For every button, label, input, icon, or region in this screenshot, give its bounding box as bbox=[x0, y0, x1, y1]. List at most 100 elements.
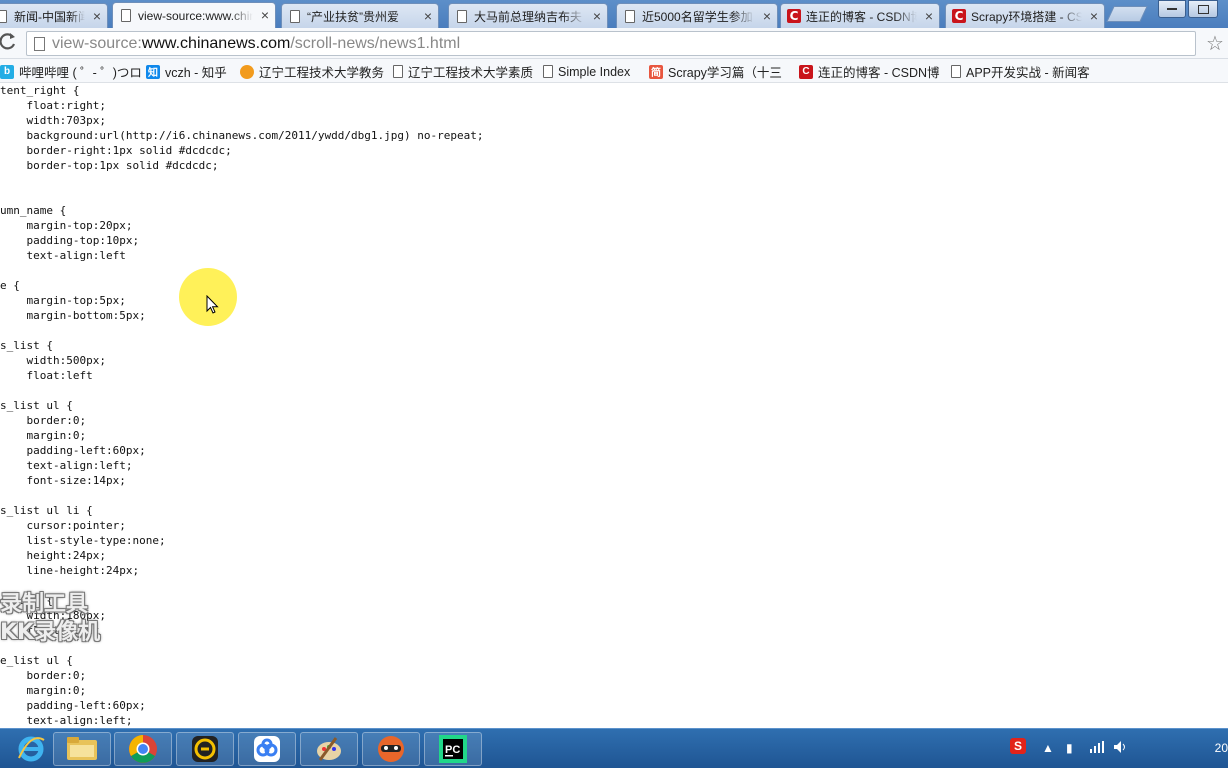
source-line: border-right:1px solid #dcdcdc; bbox=[0, 144, 232, 157]
page-icon bbox=[34, 37, 45, 51]
recorder-watermark: 录制工具 KK录像机 bbox=[0, 591, 102, 651]
paint-icon[interactable] bbox=[300, 732, 358, 766]
pinned-app-icon[interactable] bbox=[176, 732, 234, 766]
source-line: margin:0; bbox=[0, 429, 87, 442]
minimize-icon bbox=[1167, 8, 1177, 10]
volume-icon[interactable] bbox=[1114, 741, 1128, 756]
source-line: border:0; bbox=[0, 414, 87, 427]
watermark-line: KK录像机 bbox=[0, 620, 101, 645]
tab-title: 近5000名留学生参加 bbox=[642, 9, 753, 24]
tab-chinanews[interactable]: 新闻-中国新闻网 × bbox=[0, 3, 108, 28]
chrome-icon[interactable] bbox=[114, 732, 172, 766]
tab-csdn-blog[interactable]: C 连正的博客 - CSDN博客 × bbox=[780, 3, 940, 28]
source-line: s_list { bbox=[0, 339, 53, 352]
baidu-paw-icon bbox=[240, 64, 254, 79]
windows-taskbar: PC S ▲ ▮ 20 bbox=[0, 728, 1228, 768]
source-line: width:500px; bbox=[0, 354, 106, 367]
bookmark-bilibili[interactable]: b 哔哩哔哩 ( ゜- ゜)つロ bbox=[0, 63, 142, 80]
bookmark-label: 连正的博客 - CSDN博 bbox=[818, 66, 940, 80]
browser-toolbar: view-source:www.chinanews.com/scroll-new… bbox=[0, 28, 1228, 59]
file-explorer-icon[interactable] bbox=[53, 732, 111, 766]
bookmark-label: APP开发实战 - 新闻客 bbox=[966, 66, 1090, 80]
source-line: s_list ul { bbox=[0, 399, 73, 412]
reload-icon[interactable] bbox=[0, 31, 18, 57]
address-bar[interactable]: view-source:www.chinanews.com/scroll-new… bbox=[26, 31, 1196, 56]
clock[interactable]: 20 bbox=[1215, 741, 1228, 755]
restore-icon bbox=[1197, 4, 1209, 14]
tab-title: 新闻-中国新闻网 bbox=[14, 9, 85, 24]
source-line: margin:0; bbox=[0, 684, 87, 697]
show-hidden-icons-icon[interactable]: ▲ bbox=[1042, 741, 1054, 755]
source-line: width:703px; bbox=[0, 114, 106, 127]
ie-icon[interactable] bbox=[2, 732, 60, 766]
minimize-button[interactable] bbox=[1158, 0, 1186, 18]
device-icon[interactable]: ▮ bbox=[1066, 741, 1073, 755]
url-host: www.chinanews.com bbox=[141, 35, 291, 52]
source-line: text-align:left bbox=[0, 249, 126, 262]
baidu-netdisk-icon[interactable] bbox=[238, 732, 296, 766]
page-icon bbox=[119, 9, 133, 23]
bookmark-lntu-jiaowu[interactable]: 辽宁工程技术大学教务 bbox=[240, 63, 384, 80]
source-line: tent_right { bbox=[0, 84, 80, 97]
close-tab-icon[interactable]: × bbox=[593, 9, 601, 23]
watermark-line: 录制工具 bbox=[0, 592, 89, 617]
source-line: font-size:14px; bbox=[0, 474, 126, 487]
close-tab-icon[interactable]: × bbox=[925, 9, 933, 23]
close-tab-icon[interactable]: × bbox=[424, 9, 432, 23]
source-line: s_list ul li { bbox=[0, 504, 93, 517]
source-line: cursor:pointer; bbox=[0, 519, 126, 532]
bookmark-app-dev[interactable]: APP开发实战 - 新闻客 bbox=[951, 63, 1090, 80]
close-tab-icon[interactable]: × bbox=[763, 9, 771, 23]
page-icon bbox=[623, 9, 637, 23]
source-line: e { bbox=[0, 279, 20, 292]
tab-view-source[interactable]: view-source:www.chinanews.com/scroll-new… bbox=[112, 2, 276, 28]
network-icon[interactable] bbox=[1090, 741, 1104, 756]
bookmark-scrapy-study[interactable]: 简 Scrapy学习篇（十三 bbox=[649, 63, 782, 80]
source-line: float:right; bbox=[0, 99, 106, 112]
page-source-view[interactable]: tent_right { float:right; width:703px; b… bbox=[0, 83, 1228, 728]
page-icon bbox=[0, 9, 9, 23]
jianshu-icon: 简 bbox=[649, 64, 663, 79]
source-line: text-align:left; bbox=[0, 714, 133, 727]
page-icon bbox=[455, 9, 469, 23]
url-path: /scroll-news/news1.html bbox=[290, 35, 461, 52]
close-tab-icon[interactable]: × bbox=[261, 8, 269, 22]
bookmark-star-icon[interactable]: ☆ bbox=[1206, 31, 1224, 56]
tab-title: 大马前总理纳吉布夫 bbox=[474, 9, 583, 24]
sogou-ime-icon[interactable]: S bbox=[1010, 738, 1026, 754]
bookmark-label: 辽宁工程技术大学素质 bbox=[408, 66, 534, 80]
bilibili-icon: b bbox=[0, 64, 14, 79]
source-line: text-align:left; bbox=[0, 459, 133, 472]
close-tab-icon[interactable]: × bbox=[93, 9, 101, 23]
csdn-icon: C bbox=[952, 9, 966, 23]
pycharm-icon[interactable]: PC bbox=[424, 732, 482, 766]
raccoon-app-icon[interactable] bbox=[362, 732, 420, 766]
bookmarks-bar: b 哔哩哔哩 ( ゜- ゜)つロ 知 vczh - 知乎 辽宁工程技术大学教务 … bbox=[0, 59, 1228, 83]
close-tab-icon[interactable]: × bbox=[1090, 9, 1098, 23]
tab-students-news[interactable]: 近5000名留学生参加 × bbox=[616, 3, 778, 28]
source-line: padding-left:60px; bbox=[0, 444, 146, 457]
source-line: border:0; bbox=[0, 669, 87, 682]
bookmark-lntu-suzhi[interactable]: 辽宁工程技术大学素质 bbox=[393, 63, 533, 80]
bookmark-label: 哔哩哔哩 ( ゜- ゜)つロ bbox=[19, 66, 142, 80]
bookmark-simple-index[interactable]: Simple Index bbox=[543, 63, 630, 80]
restore-button[interactable] bbox=[1188, 0, 1218, 18]
source-line: e_list ul { bbox=[0, 654, 73, 667]
pycharm-label: PC bbox=[445, 744, 460, 756]
bookmark-label: vczh - 知乎 bbox=[165, 66, 227, 80]
page-icon bbox=[393, 65, 403, 78]
zhihu-icon: 知 bbox=[146, 64, 160, 79]
tab-title: “产业扶贫”贵州爱 bbox=[307, 9, 399, 24]
tab-poverty-news[interactable]: “产业扶贫”贵州爱 × bbox=[281, 3, 439, 28]
source-line: margin-top:20px; bbox=[0, 219, 133, 232]
page-icon bbox=[288, 9, 302, 23]
tab-najib-news[interactable]: 大马前总理纳吉布夫 × bbox=[448, 3, 608, 28]
new-tab-button[interactable] bbox=[1106, 6, 1148, 22]
bookmark-label: Simple Index bbox=[558, 64, 631, 79]
url-prefix: view-source: bbox=[52, 35, 142, 52]
tab-scrapy-setup[interactable]: C Scrapy环境搭建 - CSDN × bbox=[945, 3, 1105, 28]
page-icon bbox=[543, 65, 553, 78]
bookmark-csdn-blog[interactable]: C 连正的博客 - CSDN博 bbox=[799, 63, 940, 80]
bookmark-zhihu[interactable]: 知 vczh - 知乎 bbox=[146, 63, 227, 80]
source-line: list-style-type:none; bbox=[0, 534, 166, 547]
